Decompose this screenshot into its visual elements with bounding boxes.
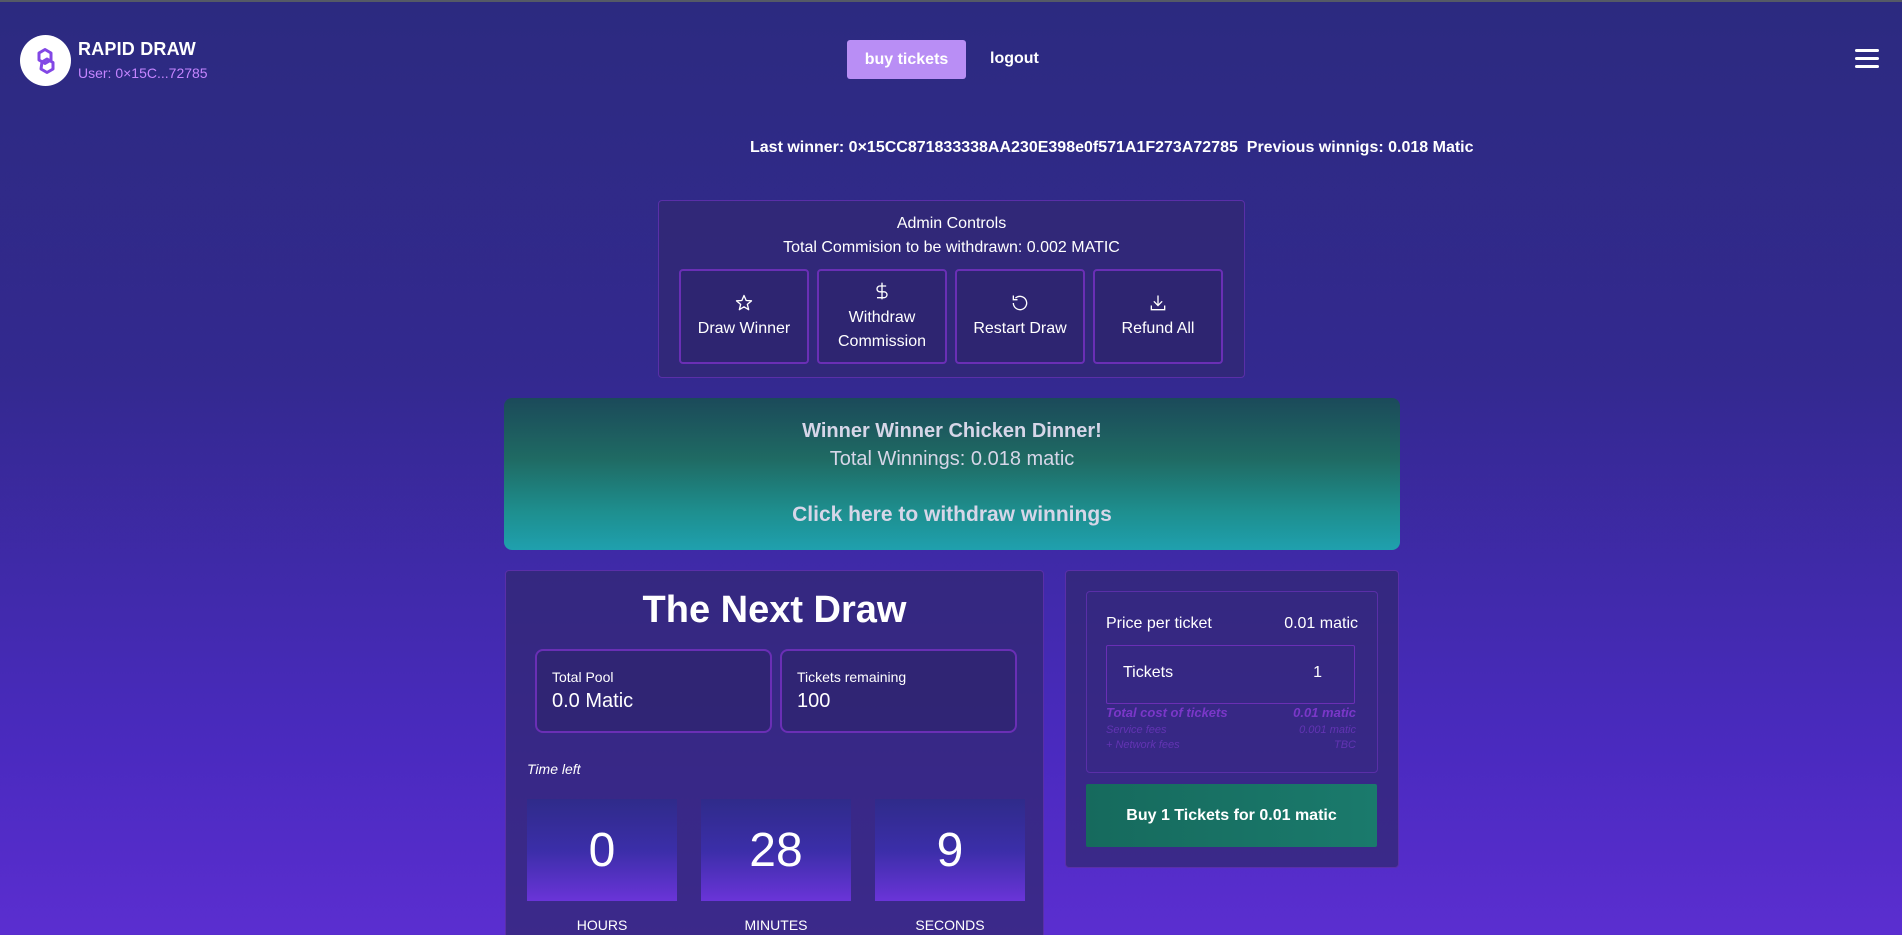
price-per-ticket-label: Price per ticket (1106, 615, 1212, 632)
seconds-label: SECONDS (915, 917, 985, 933)
header: RAPID DRAW User: 0×15C...72785 buy ticke… (0, 2, 1902, 117)
network-fees-label: + Network fees (1106, 739, 1180, 751)
service-fees-label: Service fees (1106, 724, 1167, 736)
polygon-logo-icon[interactable] (20, 35, 71, 86)
tickets-quantity-value[interactable]: 1 (1313, 664, 1322, 682)
restart-icon (1012, 295, 1028, 310)
refund-all-button[interactable]: Refund All (1093, 269, 1223, 364)
commission-info: Total Commision to be withdrawn: 0.002 M… (783, 239, 1120, 256)
service-fees-value: 0.001 matic (1299, 724, 1356, 736)
tickets-label: Tickets (1123, 664, 1174, 681)
user-address: User: 0×15C...72785 (78, 65, 208, 81)
seconds-countdown: 9 (875, 799, 1025, 901)
total-pool-label: Total Pool (552, 669, 614, 685)
hours-countdown: 0 (527, 799, 677, 901)
minutes-countdown: 28 (701, 799, 851, 901)
withdraw-winnings-link[interactable]: Click here to withdraw winnings (504, 503, 1400, 527)
network-fees-value: TBC (1334, 739, 1356, 751)
restart-draw-button[interactable]: Restart Draw (955, 269, 1085, 364)
admin-title: Admin Controls (896, 215, 1007, 232)
logout-link[interactable]: logout (990, 50, 1039, 68)
winner-banner: Winner Winner Chicken Dinner! Total Winn… (504, 398, 1400, 550)
total-cost-value: 0.01 matic (1293, 705, 1356, 720)
next-draw-title: The Next Draw (642, 589, 907, 631)
download-icon (1150, 295, 1166, 310)
total-cost-label: Total cost of tickets (1106, 705, 1228, 720)
winner-title: Winner Winner Chicken Dinner! (802, 420, 1102, 442)
withdraw-commission-label: Withdraw Commission (837, 308, 926, 350)
draw-winner-label: Draw Winner (697, 319, 791, 337)
brand-title: RAPID DRAW (78, 39, 196, 59)
buy-tickets-submit-button[interactable]: Buy 1 Tickets for 0.01 matic (1086, 784, 1377, 847)
tickets-remaining-card: Tickets remaining 100 (780, 649, 1017, 733)
last-winner-info: Last winner: 0×15CC871833338AA230E398e0f… (750, 139, 1474, 156)
tickets-remaining-value: 100 (797, 690, 831, 712)
price-per-ticket-value: 0.01 matic (1284, 615, 1358, 632)
refund-all-label: Refund All (1121, 319, 1195, 337)
total-pool-value: 0.0 Matic (552, 690, 634, 712)
dollar-icon (876, 282, 888, 299)
winner-total: Total Winnings: 0.018 matic (829, 448, 1075, 470)
next-draw-panel: The Next Draw Total Pool 0.0 Matic Ticke… (505, 570, 1044, 935)
hours-label: HOURS (576, 917, 628, 933)
tickets-quantity-field[interactable]: Tickets 1 (1106, 645, 1355, 704)
draw-winner-button[interactable]: Draw Winner (679, 269, 809, 364)
restart-draw-label: Restart Draw (973, 319, 1067, 337)
star-icon (735, 294, 753, 310)
ticket-purchase-panel: Price per ticket 0.01 matic Tickets 1 To… (1065, 570, 1399, 868)
tickets-remaining-label: Tickets remaining (797, 669, 907, 685)
total-pool-card: Total Pool 0.0 Matic (535, 649, 772, 733)
time-left-label: Time left (527, 761, 581, 777)
buy-tickets-button[interactable]: buy tickets (847, 40, 966, 79)
minutes-label: MINUTES (744, 917, 808, 933)
admin-controls-panel: Admin Controls Total Commision to be wit… (658, 200, 1245, 378)
hamburger-menu-icon[interactable] (1855, 49, 1879, 69)
withdraw-commission-button[interactable]: Withdraw Commission (817, 269, 947, 364)
